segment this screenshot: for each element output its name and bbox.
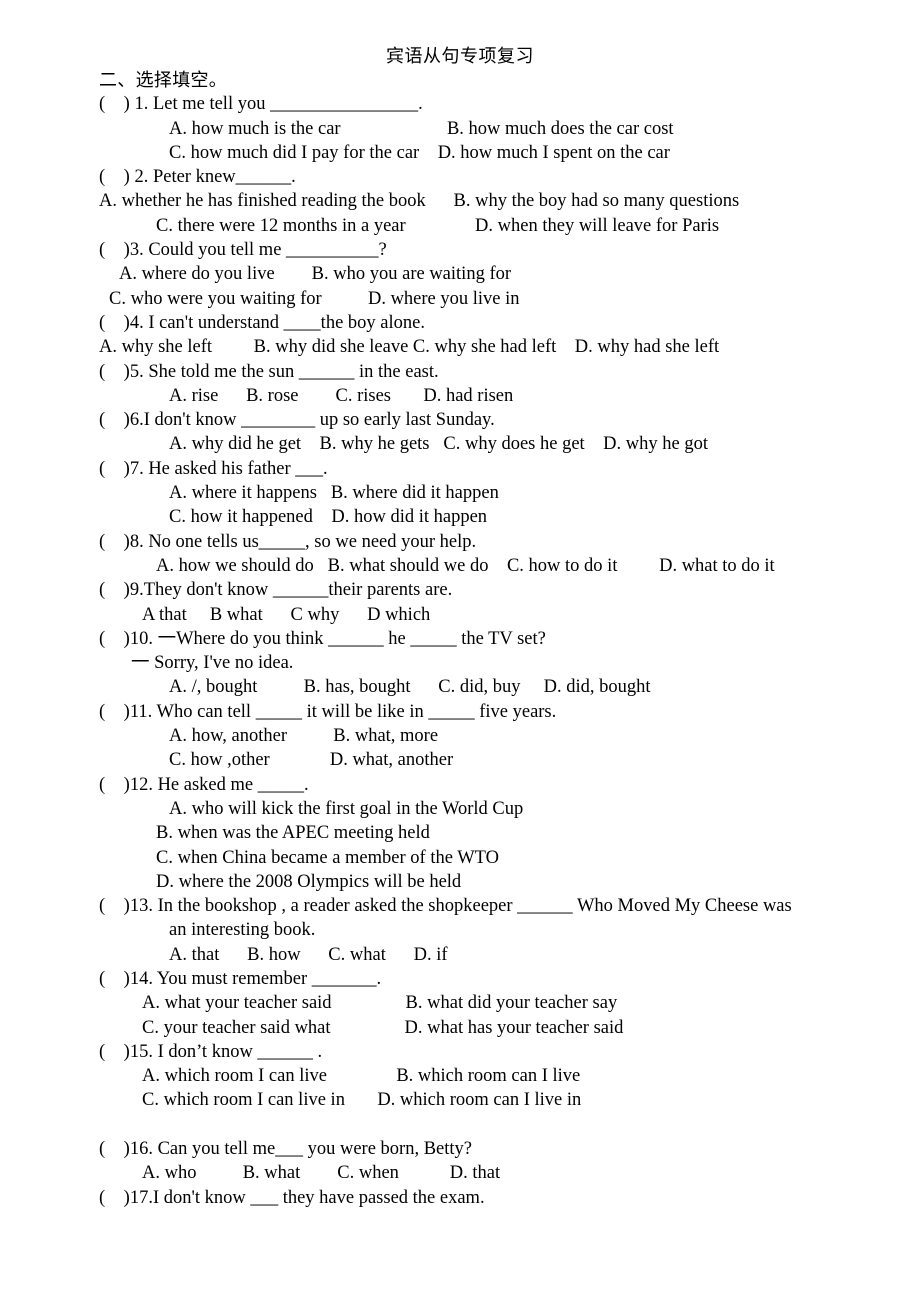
- question-options-3-row-2: C. who were you waiting for D. where you…: [109, 288, 520, 309]
- question-stem-13: ( )13. In the bookshop , a reader asked …: [99, 896, 792, 917]
- question-options-14-row-2: C. your teacher said what D. what has yo…: [142, 1017, 624, 1038]
- question-stem-5: ( )5. She told me the sun ______ in the …: [99, 361, 439, 382]
- question-options-1-row-1: A. how much is the car B. how much does …: [169, 118, 674, 139]
- question-stem-6: ( )6.I don't know ________ up so early l…: [99, 410, 495, 431]
- question-options-11-row-1: A. how, another B. what, more: [169, 726, 439, 747]
- question-stem-13-cont: an interesting book.: [169, 920, 316, 941]
- question-stem-3: ( )3. Could you tell me __________?: [99, 240, 387, 261]
- question-options-12-row-3: C. when China became a member of the WTO: [156, 847, 499, 868]
- question-dialogue-10: 一 Sorry, I've no idea.: [131, 653, 294, 674]
- question-options-11-row-2: C. how ,other D. what, another: [169, 750, 454, 771]
- question-stem-8: ( )8. No one tells us_____, so we need y…: [99, 531, 477, 552]
- question-options-2-row-2: C. there were 12 months in a year D. whe…: [156, 215, 720, 236]
- question-options-7-row-1: A. where it happens B. where did it happ…: [169, 483, 499, 504]
- question-stem-16: ( )16. Can you tell me___ you were born,…: [99, 1139, 472, 1160]
- question-stem-14: ( )14. You must remember _______.: [99, 968, 382, 989]
- question-stem-4: ( )4. I can't understand ____the boy alo…: [99, 312, 425, 333]
- question-options-8-row-1: A. how we should do B. what should we do…: [156, 555, 775, 576]
- worksheet-page: 宾语从句专项复习 二、选择填空。 ( ) 1. Let me tell you …: [0, 0, 920, 1302]
- question-options-15-row-2: C. which room I can live in D. which roo…: [142, 1090, 582, 1111]
- question-options-12-row-4: D. where the 2008 Olympics will be held: [156, 871, 462, 892]
- question-options-15-row-1: A. which room I can live B. which room c…: [142, 1066, 581, 1087]
- question-options-12-row-2: B. when was the APEC meeting held: [156, 823, 430, 844]
- question-stem-1: ( ) 1. Let me tell you ________________.: [99, 94, 423, 115]
- question-options-7-row-2: C. how it happened D. how did it happen: [169, 507, 488, 528]
- question-stem-7: ( )7. He asked his father ___.: [99, 458, 328, 479]
- page-title: 宾语从句专项复习: [386, 46, 534, 66]
- question-options-5-row-1: A. rise B. rose C. rises D. had risen: [169, 385, 514, 406]
- question-stem-2: ( ) 2. Peter knew______.: [99, 167, 296, 188]
- question-options-12-row-1: A. who will kick the first goal in the W…: [169, 798, 524, 819]
- question-stem-12: ( )12. He asked me _____.: [99, 774, 309, 795]
- question-options-16-row-1: A. who B. what C. when D. that: [142, 1163, 501, 1184]
- question-options-10-row-1: A. /, bought B. has, bought C. did, buy …: [169, 677, 651, 698]
- question-options-13-row-1: A. that B. how C. what D. if: [169, 944, 448, 965]
- question-stem-9: ( )9.They don't know ______their parents…: [99, 580, 453, 601]
- section-heading: 二、选择填空。: [99, 70, 228, 90]
- question-options-1-row-2: C. how much did I pay for the car D. how…: [169, 142, 670, 163]
- question-options-4-row-1: A. why she left B. why did she leave C. …: [99, 337, 720, 358]
- question-options-9-row-1: A that B what C why D which: [142, 604, 431, 625]
- question-stem-10: ( )10. 一Where do you think ______ he ___…: [99, 628, 546, 649]
- question-stem-17: ( )17.I don't know ___ they have passed …: [99, 1187, 485, 1208]
- question-options-3-row-1: A. where do you live B. who you are wait…: [119, 264, 512, 285]
- question-options-6-row-1: A. why did he get B. why he gets C. why …: [169, 434, 709, 455]
- question-stem-11: ( )11. Who can tell _____ it will be lik…: [99, 701, 557, 722]
- document-body: 二、选择填空。 ( ) 1. Let me tell you _________…: [0, 68, 920, 1210]
- question-options-2-row-1: A. whether he has finished reading the b…: [99, 191, 740, 212]
- question-stem-15: ( )15. I don’t know ______ .: [99, 1041, 323, 1062]
- question-options-14-row-1: A. what your teacher said B. what did yo…: [142, 993, 618, 1014]
